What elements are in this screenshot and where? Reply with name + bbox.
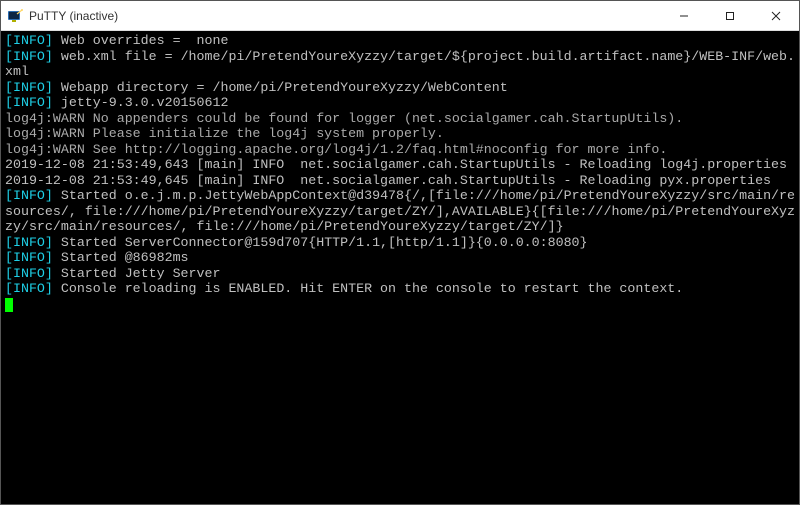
log-line: log4j:WARN Please initialize the log4j s…	[5, 126, 444, 141]
log-line: 2019-12-08 21:53:49,643 [main] INFO net.…	[5, 157, 787, 172]
window-controls	[661, 1, 799, 30]
log-line: [INFO] Console reloading is ENABLED. Hit…	[5, 281, 683, 296]
close-icon	[771, 11, 781, 21]
window-title: PuTTY (inactive)	[29, 9, 661, 23]
info-tag: [INFO]	[5, 235, 53, 250]
putty-icon	[7, 8, 23, 24]
log-line: [INFO] Started o.e.j.m.p.JettyWebAppCont…	[5, 188, 795, 234]
log-line: [INFO] Started ServerConnector@159d707{H…	[5, 235, 588, 250]
titlebar[interactable]: PuTTY (inactive)	[1, 1, 799, 31]
minimize-button[interactable]	[661, 1, 707, 30]
log-line: [INFO] jetty-9.3.0.v20150612	[5, 95, 228, 110]
log-line: 2019-12-08 21:53:49,645 [main] INFO net.…	[5, 173, 771, 188]
info-tag: [INFO]	[5, 95, 53, 110]
maximize-button[interactable]	[707, 1, 753, 30]
terminal-output[interactable]: [INFO] Web overrides = none [INFO] web.x…	[1, 31, 799, 504]
terminal-cursor	[5, 298, 13, 312]
log-line: [INFO] Started Jetty Server	[5, 266, 220, 281]
log-line: [INFO] Webapp directory = /home/pi/Prete…	[5, 80, 508, 95]
log-line: [INFO] Web overrides = none	[5, 33, 228, 48]
info-tag: [INFO]	[5, 266, 53, 281]
info-tag: [INFO]	[5, 281, 53, 296]
maximize-icon	[725, 11, 735, 21]
log-line: log4j:WARN No appenders could be found f…	[5, 111, 683, 126]
info-tag: [INFO]	[5, 250, 53, 265]
log-line: [INFO] Started @86982ms	[5, 250, 189, 265]
minimize-icon	[679, 11, 689, 21]
log-line: [INFO] web.xml file = /home/pi/PretendYo…	[5, 49, 795, 80]
close-button[interactable]	[753, 1, 799, 30]
info-tag: [INFO]	[5, 33, 53, 48]
putty-window: PuTTY (inactive) [INFO] Web overrides = …	[0, 0, 800, 505]
info-tag: [INFO]	[5, 188, 53, 203]
info-tag: [INFO]	[5, 49, 53, 64]
log-line: log4j:WARN See http://logging.apache.org…	[5, 142, 667, 157]
info-tag: [INFO]	[5, 80, 53, 95]
